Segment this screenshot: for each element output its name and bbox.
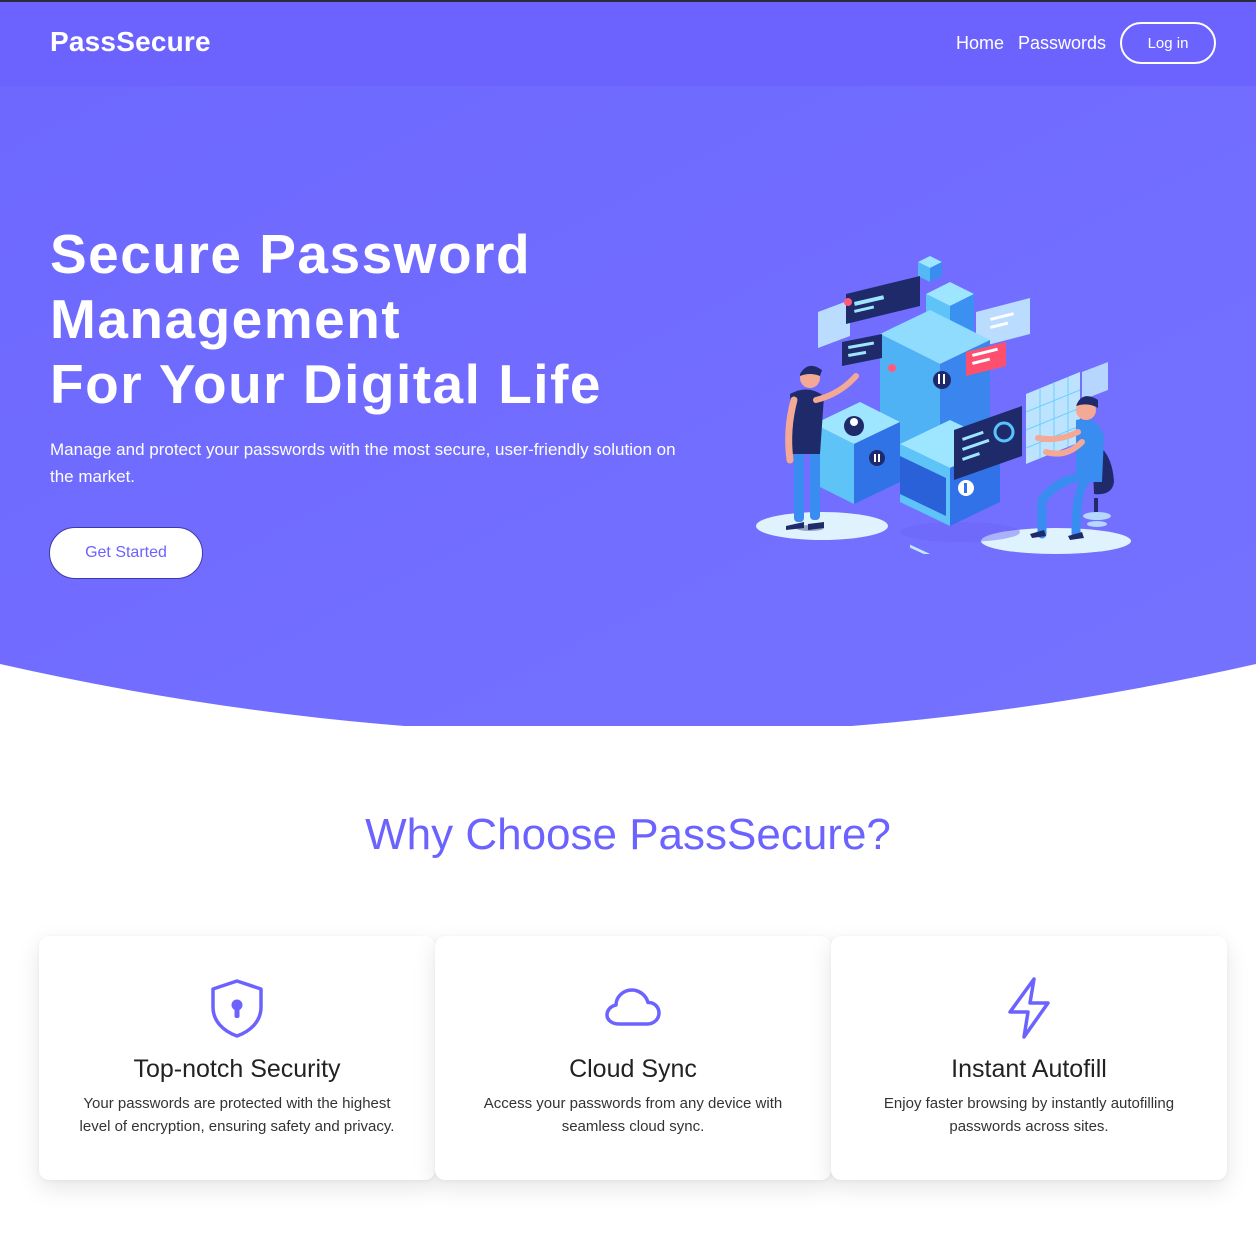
brand-logo[interactable]: PassSecure <box>50 26 211 58</box>
window-top-border <box>0 0 1256 2</box>
feature-cards: Top-notch Security Your passwords are pr… <box>39 936 1227 1180</box>
feature-card-text: Access your passwords from any device wi… <box>483 1095 783 1135</box>
get-started-button[interactable]: Get Started <box>49 527 203 579</box>
cloud-icon <box>605 988 661 1026</box>
feature-card-text: Enjoy faster browsing by instantly autof… <box>883 1095 1175 1135</box>
hero-section: Secure Password Management For Your Digi… <box>0 86 1256 726</box>
login-button[interactable]: Log in <box>1120 22 1216 64</box>
hero-title-line-2: Management <box>50 288 402 350</box>
feature-card-text: Your passwords are protected with the hi… <box>79 1095 395 1135</box>
feature-card-title: Instant Autofill <box>951 1055 1107 1083</box>
feature-card-security: Top-notch Security Your passwords are pr… <box>39 936 435 1180</box>
features-title: Why Choose PassSecure? <box>365 810 891 859</box>
hero-title: Secure Password Management For Your Digi… <box>50 222 750 417</box>
shield-lock-icon <box>211 979 263 1038</box>
feature-card-autofill: Instant Autofill Enjoy faster browsing b… <box>831 936 1227 1180</box>
feature-card-title: Cloud Sync <box>569 1055 697 1083</box>
hero-title-line-1: Secure Password <box>50 223 532 285</box>
page: PassSecure Home Passwords Log in Secure … <box>0 0 1256 1236</box>
lightning-bolt-icon <box>1008 977 1050 1039</box>
navbar: PassSecure Home Passwords Log in <box>0 2 1256 86</box>
isometric-data-security-illustration <box>756 256 1131 554</box>
feature-card-title: Top-notch Security <box>133 1055 341 1083</box>
nav-link-home[interactable]: Home <box>956 33 1004 54</box>
nav-links: Home Passwords Log in <box>956 22 1216 64</box>
hero-subtitle: Manage and protect your passwords with t… <box>50 440 676 486</box>
feature-card-cloud-sync: Cloud Sync Access your passwords from an… <box>435 936 831 1180</box>
hero-title-line-3: For Your Digital Life <box>50 353 602 415</box>
nav-link-passwords[interactable]: Passwords <box>1018 33 1106 54</box>
